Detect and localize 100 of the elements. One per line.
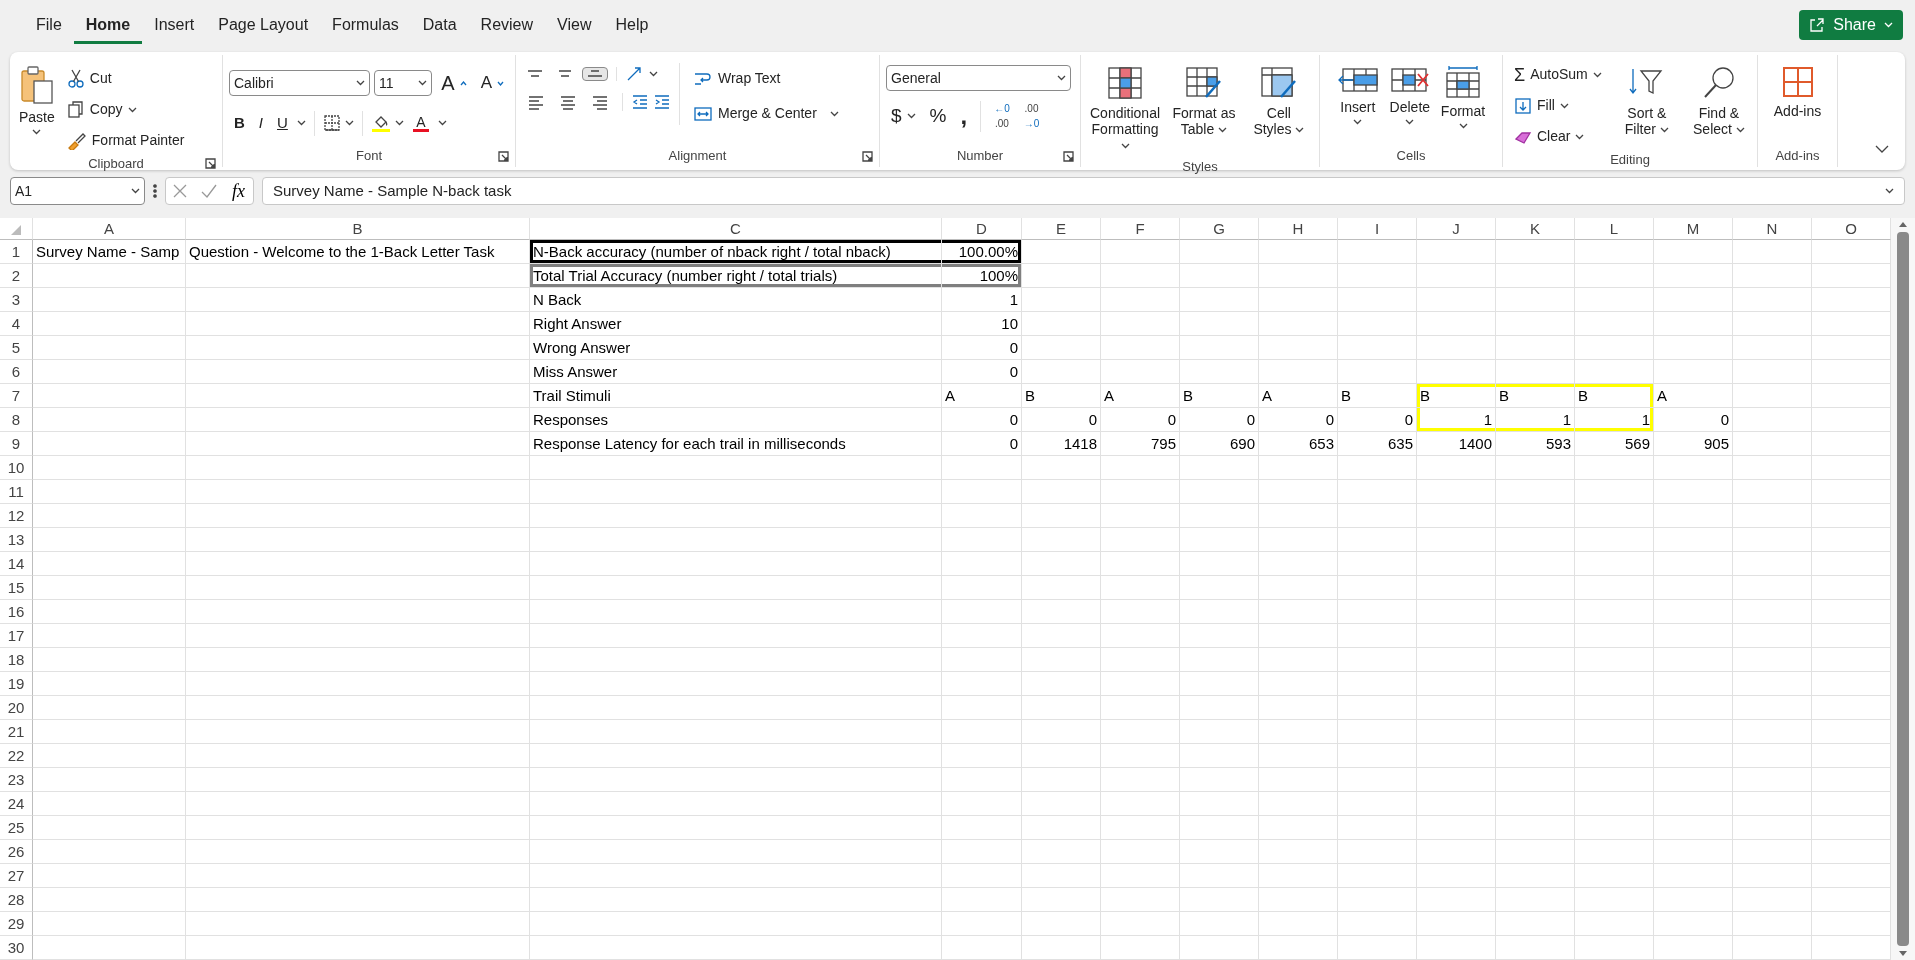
row-header[interactable]: 1 <box>0 240 33 264</box>
row-header[interactable]: 19 <box>0 672 33 696</box>
row-header[interactable]: 18 <box>0 648 33 672</box>
sheet-cell[interactable]: Survey Name - Samp <box>33 240 186 264</box>
cross-icon[interactable] <box>172 183 188 199</box>
menu-tab[interactable]: Help <box>603 6 661 44</box>
vertical-align-button[interactable] <box>582 67 608 81</box>
row-header[interactable]: 29 <box>0 912 33 936</box>
currency-format-button[interactable]: $ <box>886 99 921 134</box>
row-header[interactable]: 24 <box>0 792 33 816</box>
sheet-cell[interactable]: 0 <box>942 360 1022 384</box>
column-header[interactable]: A <box>33 218 186 240</box>
menu-tab[interactable]: Page Layout <box>206 6 321 44</box>
row-header[interactable]: 9 <box>0 432 33 456</box>
scrollbar-thumb[interactable] <box>1897 232 1909 946</box>
column-header[interactable]: K <box>1496 218 1575 240</box>
sheet-cell[interactable]: 905 <box>1654 432 1733 456</box>
insert-button[interactable]: Insert <box>1333 61 1382 134</box>
bold-button[interactable]: B <box>229 109 250 138</box>
sheet-cell[interactable]: 569 <box>1575 432 1654 456</box>
row-header[interactable]: 17 <box>0 624 33 648</box>
sheet-cell[interactable]: Total Trial Accuracy (number right / total trials) <box>530 264 942 288</box>
table-button[interactable]: Format as Table <box>1167 61 1241 158</box>
column-header[interactable]: M <box>1654 218 1733 240</box>
decimal-button[interactable]: ←0 .00 <box>989 100 1015 132</box>
borders-icon[interactable] <box>322 114 341 133</box>
menu-tab[interactable]: Formulas <box>320 6 411 44</box>
row-header[interactable]: 21 <box>0 720 33 744</box>
conditional-button[interactable]: Conditional Formatting <box>1087 61 1164 158</box>
underline-button[interactable]: U <box>272 109 293 138</box>
italic-button[interactable]: I <box>253 109 268 138</box>
vertical-scrollbar[interactable] <box>1891 218 1915 960</box>
decrease-indent-icon[interactable] <box>631 94 649 110</box>
scroll-down-icon[interactable] <box>1898 950 1908 958</box>
column-header[interactable]: I <box>1338 218 1417 240</box>
row-header[interactable]: 8 <box>0 408 33 432</box>
font-size-dropdown[interactable]: 11 <box>374 70 433 96</box>
sheet-cell[interactable]: A <box>1654 384 1733 408</box>
paste-button[interactable]: Paste <box>16 61 58 154</box>
sheet-cell[interactable]: Right Answer <box>530 312 942 336</box>
sheet-cell[interactable]: Wrong Answer <box>530 336 942 360</box>
sheet-cell[interactable]: Miss Answer <box>530 360 942 384</box>
clear-button[interactable]: Clear <box>1509 123 1607 150</box>
dialog-launcher-icon[interactable] <box>1063 150 1074 162</box>
row-header[interactable]: 6 <box>0 360 33 384</box>
row-header[interactable]: 10 <box>0 456 33 480</box>
format-button[interactable]: Format <box>1437 61 1489 134</box>
row-header[interactable]: 22 <box>0 744 33 768</box>
menu-tab[interactable]: Home <box>73 6 143 44</box>
sheet-cell[interactable]: 10 <box>942 312 1022 336</box>
row-header[interactable]: 3 <box>0 288 33 312</box>
row-header[interactable]: 26 <box>0 840 33 864</box>
sheet-cell[interactable]: Response Latency for each trail in milliseconds <box>530 432 942 456</box>
addins-button[interactable]: Add-ins <box>1770 61 1825 124</box>
column-header[interactable]: L <box>1575 218 1654 240</box>
sheet-cell[interactable]: 1 <box>942 288 1022 312</box>
column-header[interactable]: H <box>1259 218 1338 240</box>
row-header[interactable]: 15 <box>0 576 33 600</box>
delete-button[interactable]: Delete <box>1385 61 1434 134</box>
sheet-cell[interactable]: N-Back accuracy (number of nback right / total nback) <box>530 240 942 264</box>
row-header[interactable]: 14 <box>0 552 33 576</box>
dialog-launcher-icon[interactable] <box>862 150 873 162</box>
menu-tab[interactable]: Review <box>468 6 546 44</box>
column-header[interactable]: N <box>1733 218 1812 240</box>
sheet-cell[interactable]: B <box>1575 384 1654 408</box>
sheet-cell[interactable]: 0 <box>1022 408 1101 432</box>
sheet-cell[interactable]: B <box>1338 384 1417 408</box>
sheet-cell[interactable]: 1 <box>1496 408 1575 432</box>
sheet-cell[interactable]: A <box>1259 384 1338 408</box>
sheet-cell[interactable]: B <box>1180 384 1259 408</box>
row-header[interactable]: 27 <box>0 864 33 888</box>
find-button[interactable]: Find & Select <box>1686 61 1751 150</box>
shrink-font-button[interactable]: A <box>475 67 509 99</box>
row-header[interactable]: 28 <box>0 888 33 912</box>
row-header[interactable]: 2 <box>0 264 33 288</box>
check-icon[interactable] <box>200 183 218 199</box>
column-header[interactable]: C <box>530 218 942 240</box>
sheet-cell[interactable]: A <box>942 384 1022 408</box>
sheet-cell[interactable]: 1 <box>1575 408 1654 432</box>
sheet-cell[interactable]: 653 <box>1259 432 1338 456</box>
column-header[interactable]: D <box>942 218 1022 240</box>
copy-button[interactable]: Copy <box>61 96 190 123</box>
sheet-cell[interactable]: 690 <box>1180 432 1259 456</box>
menu-tab[interactable]: Insert <box>142 6 207 44</box>
column-header[interactable]: O <box>1812 218 1891 240</box>
sheet-cell[interactable]: 0 <box>1338 408 1417 432</box>
sheet-cell[interactable]: A <box>1101 384 1180 408</box>
share-button[interactable]: Share <box>1799 10 1903 40</box>
row-header[interactable]: 20 <box>0 696 33 720</box>
dialog-launcher-icon[interactable] <box>205 158 216 170</box>
font-name-dropdown[interactable]: Calibri <box>229 70 371 96</box>
row-header[interactable]: 12 <box>0 504 33 528</box>
sheet-cell[interactable]: 593 <box>1496 432 1575 456</box>
sheet-cell[interactable]: 795 <box>1101 432 1180 456</box>
comma-format-button[interactable]: , <box>955 104 973 128</box>
sheet-cell[interactable]: 0 <box>1654 408 1733 432</box>
row-header[interactable]: 16 <box>0 600 33 624</box>
number-format-dropdown[interactable]: General <box>886 65 1071 91</box>
collapse-chevron-icon[interactable] <box>1875 145 1889 154</box>
sheet-cell[interactable]: 0 <box>942 408 1022 432</box>
